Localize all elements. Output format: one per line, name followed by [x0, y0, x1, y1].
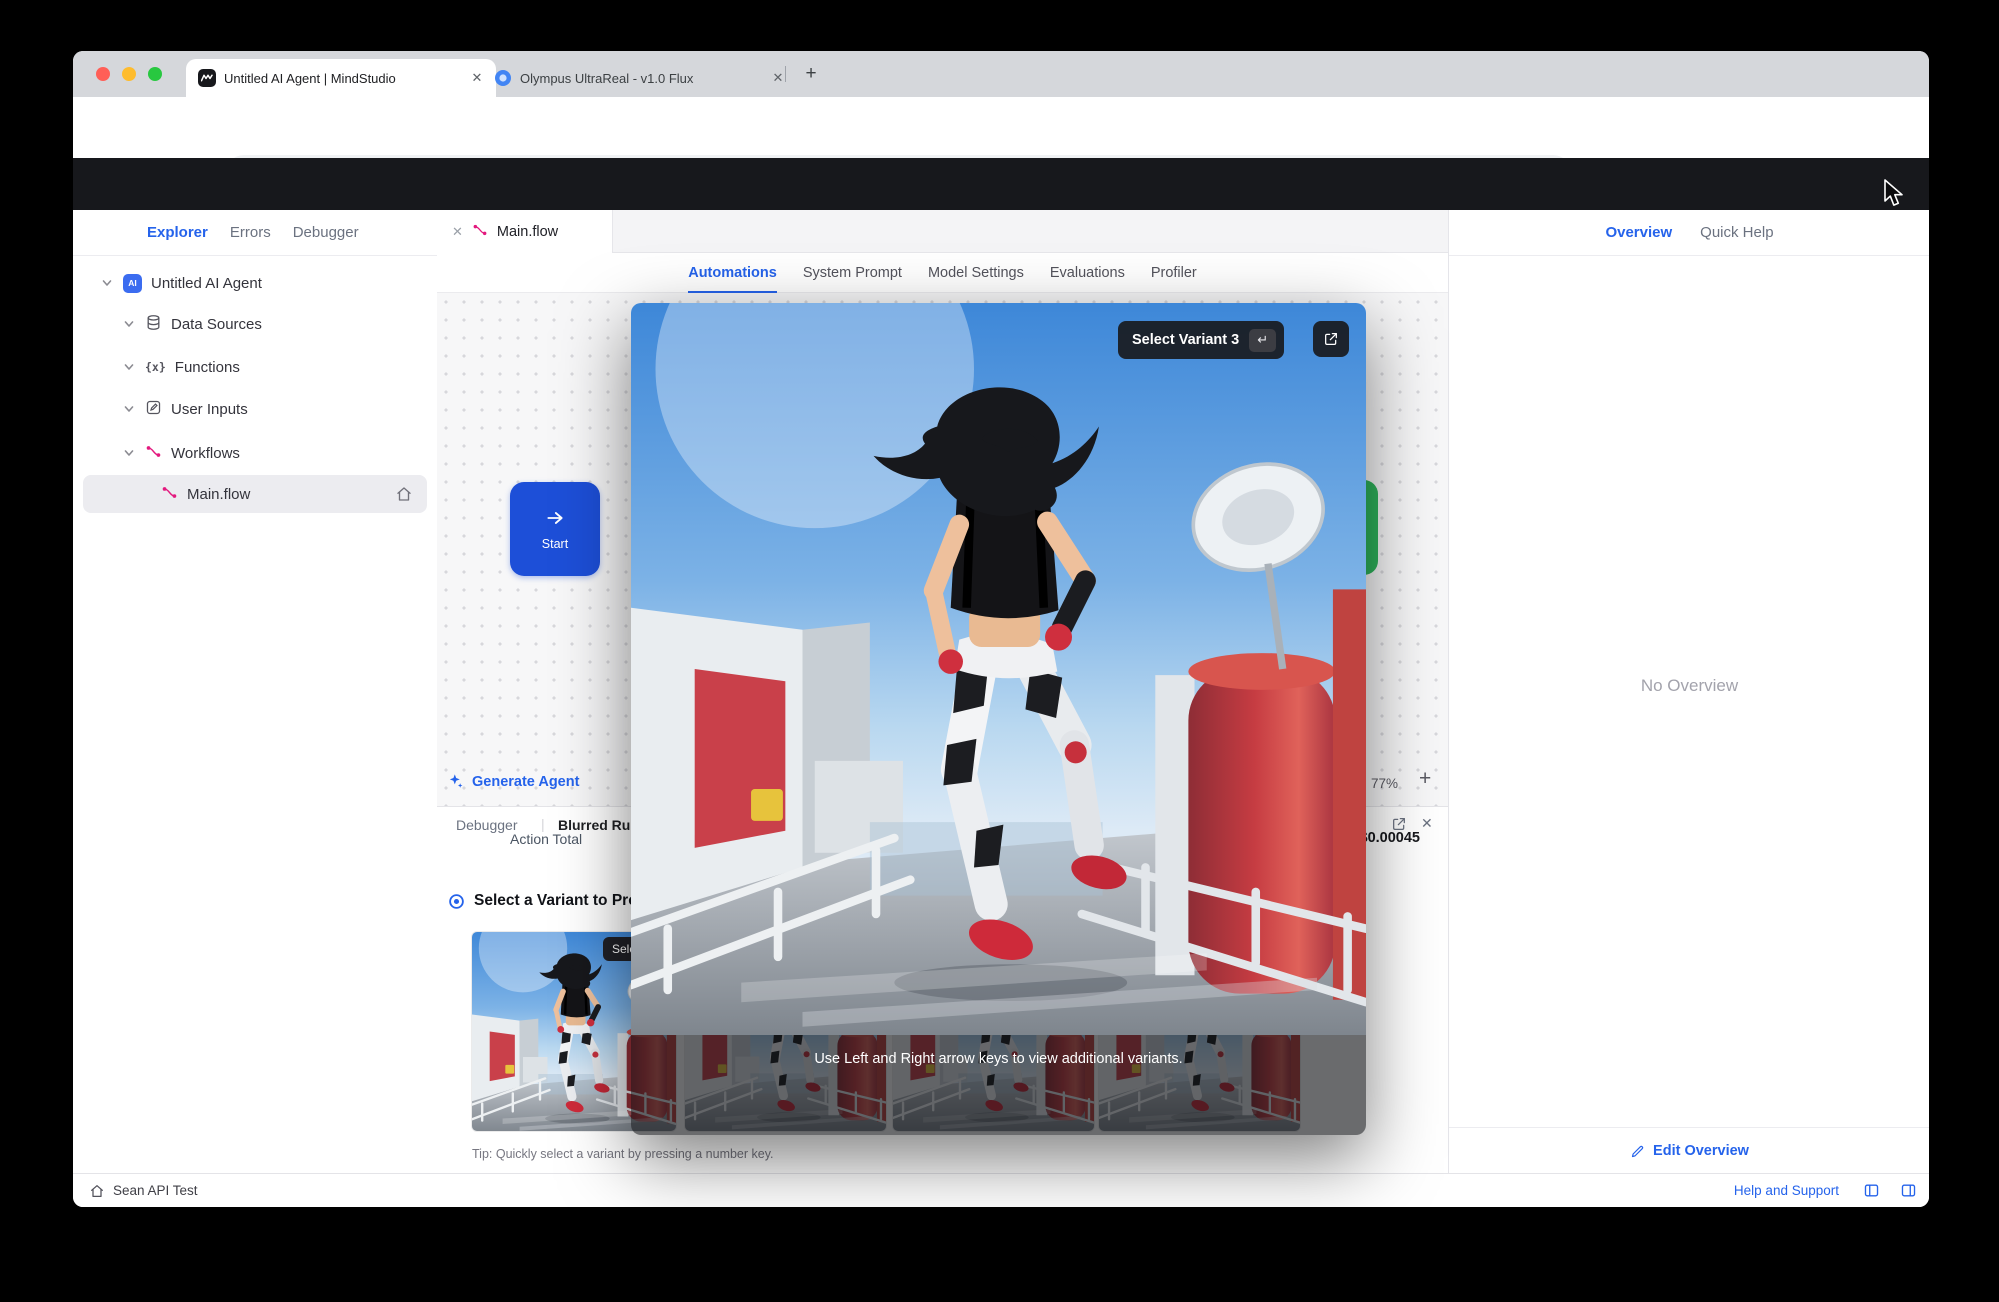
tree-item-user-inputs[interactable]: User Inputs — [73, 388, 437, 430]
editor-open-tab[interactable]: ✕ Main.flow — [437, 210, 613, 253]
tab-close-icon[interactable]: ✕ — [452, 224, 463, 240]
tree-item-data-sources[interactable]: Data Sources — [73, 303, 437, 345]
browser-tab-active[interactable]: Untitled AI Agent | MindStudio ✕ — [186, 59, 496, 97]
traffic-light-close[interactable] — [96, 67, 110, 81]
tree-item-agent[interactable]: AI Untitled AI Agent — [73, 262, 437, 304]
tab-model-settings[interactable]: Model Settings — [928, 253, 1024, 293]
tab-profiler[interactable]: Profiler — [1151, 253, 1197, 293]
tree-item-label: Functions — [175, 359, 240, 376]
arrow-right-icon — [545, 508, 565, 528]
traffic-light-minimize[interactable] — [122, 67, 136, 81]
open-full-image-button[interactable] — [1313, 321, 1349, 357]
tree-item-label: Main.flow — [187, 486, 250, 503]
database-icon — [145, 314, 162, 335]
toggle-left-panel-icon[interactable] — [1863, 1182, 1880, 1199]
tree-item-workflows[interactable]: Workflows — [73, 432, 437, 474]
edit-overview-label: Edit Overview — [1653, 1143, 1749, 1159]
browser-tab-title: Untitled AI Agent | MindStudio — [224, 71, 460, 86]
browser-toolbar: ← → ⟳ app.mindstudio.ai/agents/7dbda32b-… — [73, 97, 1929, 159]
traffic-light-zoom[interactable] — [148, 67, 162, 81]
home-icon[interactable] — [89, 1183, 105, 1199]
action-total-value: $0.00045 — [1360, 830, 1420, 846]
workspace-name[interactable]: Sean API Test — [113, 1183, 198, 1198]
debugger-close-icon[interactable]: ✕ — [1421, 815, 1433, 832]
chevron-down-icon[interactable] — [123, 447, 136, 459]
chevron-down-icon[interactable] — [101, 277, 114, 289]
sparkle-icon — [447, 773, 464, 790]
browser-tab-title: Olympus UltraReal - v1.0 Flux — [520, 71, 761, 86]
workflow-icon — [472, 222, 488, 242]
tree-item-label: Untitled AI Agent — [151, 275, 262, 292]
tree-item-mainflow-selected[interactable]: Main.flow — [83, 475, 427, 513]
debugger-title[interactable]: Debugger — [456, 817, 518, 833]
tab-errors[interactable]: Errors — [230, 224, 271, 241]
variant-preview-modal: Use Left and Right arrow keys to view ad… — [631, 303, 1366, 1135]
home-icon[interactable] — [395, 485, 413, 508]
start-node-label: Start — [542, 537, 568, 551]
new-tab-button[interactable]: + — [799, 62, 823, 86]
chevron-down-icon[interactable] — [123, 403, 136, 415]
open-in-new-icon — [1323, 331, 1339, 347]
tab-separator — [785, 66, 786, 82]
tab-debugger[interactable]: Debugger — [293, 224, 359, 241]
chevron-down-icon[interactable] — [123, 361, 136, 373]
status-bar: Sean API Test Help and Support — [73, 1173, 1929, 1207]
divider — [1449, 1127, 1929, 1128]
olympus-favicon — [494, 69, 512, 87]
enter-key-icon: ↵ — [1249, 329, 1276, 352]
browser-tab-inactive[interactable]: Olympus UltraReal - v1.0 Flux ✕ — [482, 59, 797, 97]
pencil-input-icon — [145, 399, 162, 420]
tab-explorer[interactable]: Explorer — [147, 224, 208, 241]
variant-tip: Tip: Quickly select a variant by pressin… — [472, 1147, 774, 1161]
modal-caption-band: Use Left and Right arrow keys to view ad… — [631, 1035, 1366, 1135]
functions-icon: {x} — [145, 360, 166, 374]
modal-caption: Use Left and Right arrow keys to view ad… — [814, 1051, 1182, 1135]
agent-icon: AI — [123, 274, 142, 293]
variant-image[interactable] — [631, 303, 1366, 1035]
workflow-icon — [161, 484, 178, 505]
editor-tab-label: Main.flow — [497, 224, 558, 240]
tab-automations[interactable]: Automations — [688, 253, 777, 293]
variant-target-icon — [448, 893, 465, 915]
edit-overview-link[interactable]: Edit Overview — [1449, 1143, 1929, 1159]
zoom-in-button[interactable]: + — [1419, 767, 1431, 791]
tree-item-functions[interactable]: {x} Functions — [73, 346, 437, 388]
mindstudio-favicon — [198, 69, 216, 87]
select-variant-button[interactable]: Select Variant 3 ↵ — [1118, 321, 1284, 359]
browser-tab-strip: Untitled AI Agent | MindStudio ✕ Olympus… — [73, 51, 1929, 97]
help-support-link[interactable]: Help and Support — [1734, 1183, 1839, 1198]
tab-evaluations[interactable]: Evaluations — [1050, 253, 1125, 293]
tree-item-label: User Inputs — [171, 401, 248, 418]
tab-quick-help[interactable]: Quick Help — [1700, 224, 1773, 241]
no-overview-text: No Overview — [1449, 676, 1929, 696]
tab-overview[interactable]: Overview — [1605, 224, 1672, 241]
overview-panel: Overview Quick Help No Overview Edit Ove… — [1448, 210, 1929, 1173]
tree-item-label: Workflows — [171, 445, 240, 462]
zoom-level: 77% — [1371, 776, 1398, 791]
separator: | — [541, 816, 545, 832]
chevron-down-icon[interactable] — [123, 318, 136, 330]
tab-system-prompt[interactable]: System Prompt — [803, 253, 902, 293]
pencil-icon — [1630, 1144, 1645, 1159]
editor-nav-tabs: Automations System Prompt Model Settings… — [437, 253, 1448, 293]
workflow-icon — [145, 443, 162, 464]
select-variant-label: Select Variant 3 — [1132, 332, 1239, 348]
start-node[interactable]: Start — [510, 482, 600, 576]
action-total-label: Action Total — [510, 831, 582, 847]
tree-item-label: Data Sources — [171, 316, 262, 333]
app-header: AI Untitled AI Agent ✓ Draft Saved Publi… — [73, 158, 1929, 210]
mouse-cursor — [1882, 178, 1908, 213]
toggle-right-panel-icon[interactable] — [1900, 1182, 1917, 1199]
generate-agent-button[interactable]: Generate Agent — [447, 773, 579, 790]
generate-agent-label: Generate Agent — [472, 774, 579, 790]
